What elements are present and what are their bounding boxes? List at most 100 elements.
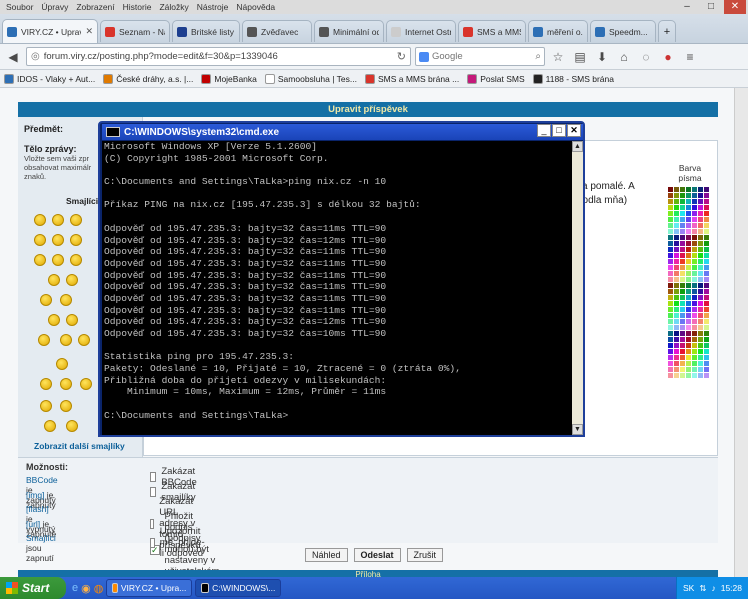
- color-swatch[interactable]: [698, 289, 703, 294]
- color-swatch[interactable]: [686, 355, 691, 360]
- color-swatch[interactable]: [674, 361, 679, 366]
- color-swatch[interactable]: [698, 193, 703, 198]
- color-swatch[interactable]: [680, 337, 685, 342]
- color-swatch[interactable]: [686, 259, 691, 264]
- color-swatch[interactable]: [680, 265, 685, 270]
- color-swatch[interactable]: [668, 271, 673, 276]
- color-swatch[interactable]: [704, 361, 709, 366]
- smiley-icon[interactable]: [70, 254, 82, 266]
- option-link[interactable]: [flash]: [26, 504, 49, 514]
- smiley-icon[interactable]: [34, 214, 46, 226]
- color-swatch[interactable]: [704, 289, 709, 294]
- download-icon[interactable]: ⬇: [593, 48, 611, 66]
- color-swatch[interactable]: [686, 349, 691, 354]
- color-swatch[interactable]: [704, 271, 709, 276]
- browser-tab[interactable]: SMS a MMS brána: [458, 20, 526, 42]
- color-palette[interactable]: [668, 187, 712, 387]
- color-swatch[interactable]: [704, 187, 709, 192]
- color-swatch[interactable]: [692, 295, 697, 300]
- color-swatch[interactable]: [692, 241, 697, 246]
- search-input[interactable]: [432, 51, 533, 62]
- color-swatch[interactable]: [704, 301, 709, 306]
- color-swatch[interactable]: [704, 265, 709, 270]
- color-swatch[interactable]: [668, 187, 673, 192]
- browser-tab[interactable]: Speedm...: [590, 20, 656, 42]
- color-swatch[interactable]: [698, 319, 703, 324]
- color-swatch[interactable]: [692, 301, 697, 306]
- color-swatch[interactable]: [692, 217, 697, 222]
- star-icon[interactable]: ☆: [549, 48, 567, 66]
- color-swatch[interactable]: [692, 313, 697, 318]
- smiley-icon[interactable]: [60, 334, 72, 346]
- color-swatch[interactable]: [680, 205, 685, 210]
- color-swatch[interactable]: [674, 289, 679, 294]
- color-swatch[interactable]: [680, 349, 685, 354]
- color-swatch[interactable]: [674, 199, 679, 204]
- color-swatch[interactable]: [674, 325, 679, 330]
- color-swatch[interactable]: [704, 373, 709, 378]
- color-swatch[interactable]: [698, 277, 703, 282]
- color-swatch[interactable]: [698, 271, 703, 276]
- color-swatch[interactable]: [698, 313, 703, 318]
- smiley-icon[interactable]: [38, 334, 50, 346]
- color-swatch[interactable]: [692, 319, 697, 324]
- color-swatch[interactable]: [680, 325, 685, 330]
- media-icon[interactable]: ◉: [81, 582, 91, 595]
- color-swatch[interactable]: [704, 277, 709, 282]
- color-swatch[interactable]: [698, 367, 703, 372]
- color-swatch[interactable]: [692, 361, 697, 366]
- cmd-scrollbar[interactable]: ▲ ▼: [572, 141, 583, 435]
- minimize-button[interactable]: –: [676, 0, 698, 14]
- color-swatch[interactable]: [668, 205, 673, 210]
- search-icon[interactable]: ⌕: [535, 51, 541, 62]
- color-swatch[interactable]: [674, 229, 679, 234]
- close-button[interactable]: ✕: [724, 0, 746, 14]
- menu-item[interactable]: Úpravy: [41, 2, 68, 12]
- color-swatch[interactable]: [686, 187, 691, 192]
- color-swatch[interactable]: [680, 217, 685, 222]
- color-swatch[interactable]: [680, 199, 685, 204]
- color-swatch[interactable]: [674, 265, 679, 270]
- color-swatch[interactable]: [668, 277, 673, 282]
- color-swatch[interactable]: [704, 205, 709, 210]
- color-swatch[interactable]: [692, 355, 697, 360]
- submit-button[interactable]: Odeslat: [353, 548, 401, 562]
- color-swatch[interactable]: [704, 367, 709, 372]
- color-swatch[interactable]: [668, 283, 673, 288]
- color-swatch[interactable]: [692, 187, 697, 192]
- page-scrollbar[interactable]: [734, 88, 748, 577]
- color-swatch[interactable]: [668, 355, 673, 360]
- color-swatch[interactable]: [686, 265, 691, 270]
- color-swatch[interactable]: [692, 229, 697, 234]
- color-swatch[interactable]: [680, 241, 685, 246]
- bookmark-item[interactable]: České dráhy, a.s. |...: [103, 73, 193, 84]
- color-swatch[interactable]: [686, 301, 691, 306]
- url-input[interactable]: [43, 51, 393, 62]
- color-swatch[interactable]: [668, 325, 673, 330]
- bookmark-item[interactable]: Samoobsluha | Tes...: [264, 73, 357, 84]
- color-swatch[interactable]: [680, 235, 685, 240]
- color-swatch[interactable]: [704, 253, 709, 258]
- color-swatch[interactable]: [668, 217, 673, 222]
- color-swatch[interactable]: [674, 355, 679, 360]
- color-swatch[interactable]: [698, 259, 703, 264]
- color-swatch[interactable]: [686, 253, 691, 258]
- option-link[interactable]: BBCode: [26, 475, 58, 485]
- color-swatch[interactable]: [686, 217, 691, 222]
- cmd-titlebar[interactable]: C:\WINDOWS\system32\cmd.exe: [102, 124, 583, 140]
- color-swatch[interactable]: [686, 223, 691, 228]
- smiley-icon[interactable]: [52, 254, 64, 266]
- color-swatch[interactable]: [668, 289, 673, 294]
- color-swatch[interactable]: [668, 313, 673, 318]
- color-swatch[interactable]: [686, 277, 691, 282]
- color-swatch[interactable]: [674, 295, 679, 300]
- color-swatch[interactable]: [704, 193, 709, 198]
- option-link[interactable]: [url]: [26, 519, 40, 529]
- browser-tab[interactable]: Internet Ostrava: [386, 20, 456, 42]
- menu-item[interactable]: Historie: [123, 2, 152, 12]
- color-swatch[interactable]: [680, 259, 685, 264]
- smiley-icon[interactable]: [48, 314, 60, 326]
- color-swatch[interactable]: [704, 331, 709, 336]
- color-swatch[interactable]: [674, 247, 679, 252]
- color-swatch[interactable]: [698, 229, 703, 234]
